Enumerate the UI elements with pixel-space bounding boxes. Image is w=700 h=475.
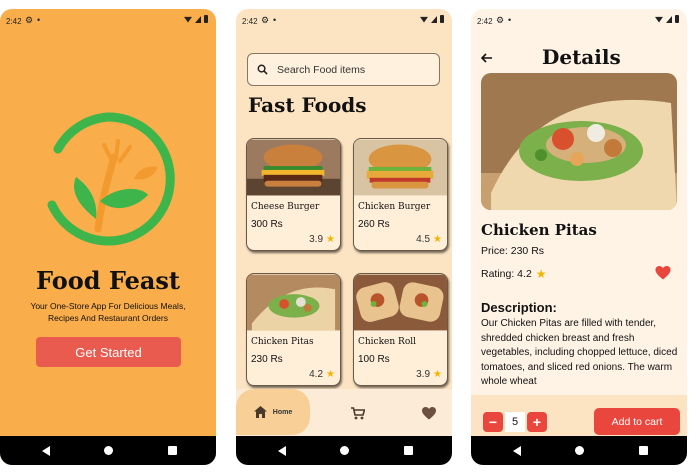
- heart-icon[interactable]: [422, 407, 436, 420]
- search-icon: [257, 64, 268, 75]
- details-screen: 2:42 ⚙ • Details Chicken Pitas Price: 23…: [471, 9, 687, 465]
- food-price: 100 Rs: [358, 354, 390, 365]
- food-card[interactable]: Chicken Pitas 230 Rs 4.2 ★: [246, 273, 341, 386]
- food-price: 230 Rs: [251, 354, 283, 365]
- category-title: Fast Foods: [248, 93, 367, 117]
- food-rating: 3.9 ★: [416, 369, 442, 380]
- description-text: Our Chicken Pitas are filled with tender…: [481, 318, 678, 387]
- chicken-roll-image: [354, 274, 447, 331]
- nav-back-icon[interactable]: [513, 446, 521, 456]
- nav-back-icon[interactable]: [42, 446, 50, 456]
- back-arrow-icon[interactable]: [481, 53, 493, 63]
- status-time: 2:42: [6, 17, 22, 26]
- food-card[interactable]: Chicken Burger 260 Rs 4.5 ★: [353, 138, 448, 251]
- food-price: Price: 230 Rs: [481, 245, 545, 257]
- battery-icon: [675, 15, 679, 23]
- wifi-icon: [184, 16, 192, 23]
- system-nav-bar: [471, 436, 687, 465]
- food-name: Chicken Burger: [358, 202, 431, 212]
- food-name: Chicken Roll: [358, 337, 416, 347]
- settings-icon: ⚙: [496, 15, 505, 25]
- nav-home-icon[interactable]: [104, 446, 113, 455]
- chicken-pitas-photo: [481, 73, 677, 210]
- food-name: Chicken Pitas: [251, 337, 314, 347]
- rating-value: 4.5: [416, 234, 431, 245]
- tab-home-label: Home: [272, 408, 293, 416]
- food-rating: 4.2 ★: [309, 369, 335, 380]
- tab-home[interactable]: Home: [236, 389, 310, 435]
- nav-recents-icon[interactable]: [168, 446, 177, 455]
- search-placeholder: Search Food items: [277, 63, 366, 76]
- battery-icon: [204, 15, 208, 23]
- food-rating: 3.9 ★: [309, 234, 335, 245]
- settings-icon: ⚙: [25, 15, 34, 25]
- status-time: 2:42: [477, 17, 493, 26]
- status-bar: 2:42 ⚙ •: [0, 9, 216, 31]
- status-bar: 2:42 ⚙ •: [471, 9, 687, 31]
- notification-dot-icon: •: [508, 15, 512, 25]
- status-icons: [184, 15, 208, 23]
- food-feast-logo: [47, 112, 175, 246]
- increase-quantity-button[interactable]: +: [527, 412, 547, 432]
- signal-icon: [431, 15, 437, 23]
- food-price: 260 Rs: [358, 219, 390, 230]
- status-time: 2:42: [242, 17, 258, 26]
- battery-icon: [440, 15, 444, 23]
- food-card[interactable]: Cheese Burger 300 Rs 3.9 ★: [246, 138, 341, 251]
- chicken-pitas-image: [247, 274, 340, 331]
- wifi-icon: [420, 16, 428, 23]
- nav-recents-icon[interactable]: [404, 446, 413, 455]
- star-icon: ★: [326, 369, 335, 380]
- notification-dot-icon: •: [273, 15, 277, 25]
- food-card[interactable]: Chicken Roll 100 Rs 3.9 ★: [353, 273, 448, 386]
- system-nav-bar: [236, 436, 452, 465]
- food-name: Cheese Burger: [251, 202, 320, 212]
- star-icon: ★: [535, 267, 547, 281]
- rating-value: 3.9: [309, 234, 324, 245]
- system-nav-bar: [0, 436, 216, 465]
- signal-icon: [666, 15, 672, 23]
- notification-dot-icon: •: [37, 15, 41, 25]
- food-image: [481, 73, 677, 210]
- rating-text: Rating: 4.2: [481, 268, 532, 280]
- status-bar: 2:42 ⚙ •: [236, 9, 452, 31]
- settings-icon: ⚙: [261, 15, 270, 25]
- nav-home-icon[interactable]: [340, 446, 349, 455]
- nav-back-icon[interactable]: [278, 446, 286, 456]
- search-input[interactable]: Search Food items: [247, 53, 440, 86]
- wifi-icon: [655, 16, 663, 23]
- app-tagline: Your One-Store App For Delicious Meals, …: [30, 301, 186, 323]
- cart-action-bar: − 5 + Add to cart: [471, 395, 687, 437]
- quantity-value: 5: [505, 412, 525, 432]
- cart-icon[interactable]: [351, 407, 365, 420]
- star-icon: ★: [433, 369, 442, 380]
- star-icon: ★: [326, 234, 335, 245]
- cheese-burger-image: [247, 139, 340, 196]
- home-screen: 2:42 ⚙ • Search Food items Fast Foods Ch…: [236, 9, 452, 465]
- add-to-cart-button[interactable]: Add to cart: [594, 408, 680, 435]
- status-icons: [655, 15, 679, 23]
- food-price: 300 Rs: [251, 219, 283, 230]
- splash-screen: 2:42 ⚙ • Food Feast Your One-Store App F…: [0, 9, 216, 465]
- chicken-burger-image: [354, 139, 447, 196]
- signal-icon: [195, 15, 201, 23]
- page-title: Details: [542, 45, 621, 69]
- food-rating: Rating: 4.2 ★: [481, 267, 547, 281]
- get-started-button[interactable]: Get Started: [36, 337, 181, 367]
- status-icons: [420, 15, 444, 23]
- food-name: Chicken Pitas: [481, 221, 597, 239]
- bottom-navigation: Home: [236, 389, 452, 436]
- home-icon: [253, 406, 267, 418]
- app-name: Food Feast: [35, 266, 181, 295]
- favorite-heart-icon[interactable]: [655, 266, 671, 280]
- description-heading: Description:: [481, 300, 557, 315]
- rating-value: 3.9: [416, 369, 431, 380]
- nav-recents-icon[interactable]: [639, 446, 648, 455]
- star-icon: ★: [433, 234, 442, 245]
- decrease-quantity-button[interactable]: −: [483, 412, 503, 432]
- food-rating: 4.5 ★: [416, 234, 442, 245]
- rating-value: 4.2: [309, 369, 324, 380]
- nav-home-icon[interactable]: [575, 446, 584, 455]
